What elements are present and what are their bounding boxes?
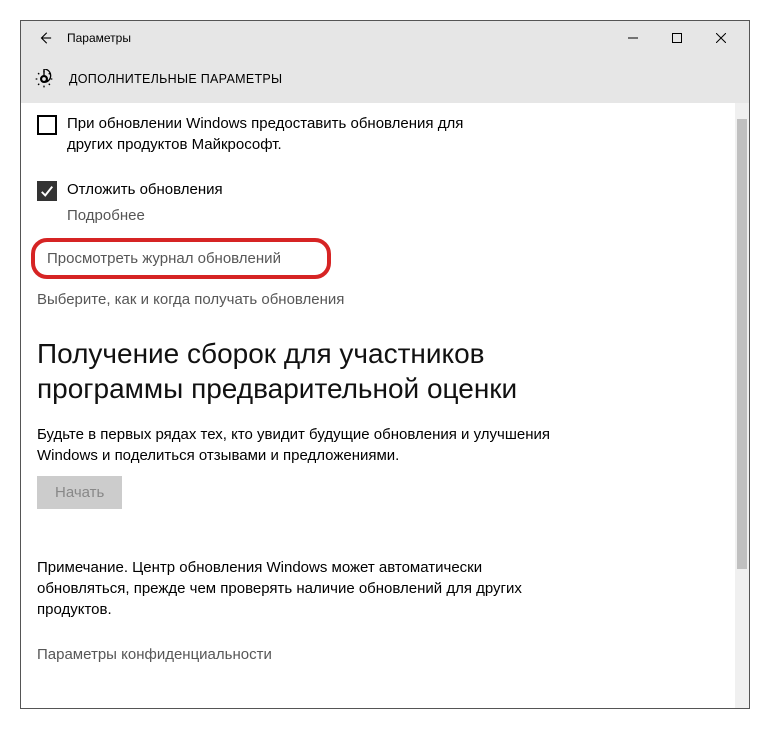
titlebar: Параметры (21, 21, 749, 55)
minimize-icon (628, 33, 638, 43)
checkbox-other-products-label: При обновлении Windows предоставить обно… (67, 113, 507, 155)
insider-heading: Получение сборок для участников программ… (37, 336, 577, 406)
checkbox-defer-label: Отложить обновления (67, 179, 223, 200)
back-button[interactable] (31, 24, 59, 52)
content-area: При обновлении Windows предоставить обно… (21, 103, 735, 708)
insider-start-button[interactable]: Начать (37, 476, 122, 509)
view-history-link[interactable]: Просмотреть журнал обновлений (47, 250, 315, 267)
checkbox-other-products-row: При обновлении Windows предоставить обно… (37, 113, 719, 155)
minimize-button[interactable] (611, 24, 655, 52)
checkbox-defer-row: Отложить обновления (37, 179, 719, 201)
checkbox-defer-updates[interactable] (37, 181, 57, 201)
close-button[interactable] (699, 24, 743, 52)
page-title: ДОПОЛНИТЕЛЬНЫЕ ПАРАМЕТРЫ (69, 72, 282, 86)
note-text: Примечание. Центр обновления Windows мож… (37, 557, 557, 620)
maximize-icon (672, 33, 682, 43)
settings-window: Параметры ДОПОЛНИТЕЛЬНЫЕ ПАРАМЕТРЫ При о… (20, 20, 750, 709)
highlight-annotation: Просмотреть журнал обновлений (31, 238, 331, 279)
scrollbar-thumb[interactable] (737, 119, 747, 569)
close-icon (716, 33, 726, 43)
insider-text: Будьте в первых рядах тех, кто увидит бу… (37, 424, 557, 466)
checkmark-icon (40, 184, 54, 198)
page-header: ДОПОЛНИТЕЛЬНЫЕ ПАРАМЕТРЫ (21, 55, 749, 103)
defer-more-link[interactable]: Подробнее (67, 207, 719, 224)
privacy-link[interactable]: Параметры конфиденциальности (37, 646, 719, 663)
maximize-button[interactable] (655, 24, 699, 52)
gear-icon (33, 68, 55, 90)
choose-schedule-link[interactable]: Выберите, как и когда получать обновлени… (37, 291, 719, 308)
checkbox-other-products[interactable] (37, 115, 57, 135)
scrollbar[interactable] (735, 103, 749, 708)
arrow-left-icon (38, 31, 52, 45)
window-title: Параметры (67, 31, 131, 45)
